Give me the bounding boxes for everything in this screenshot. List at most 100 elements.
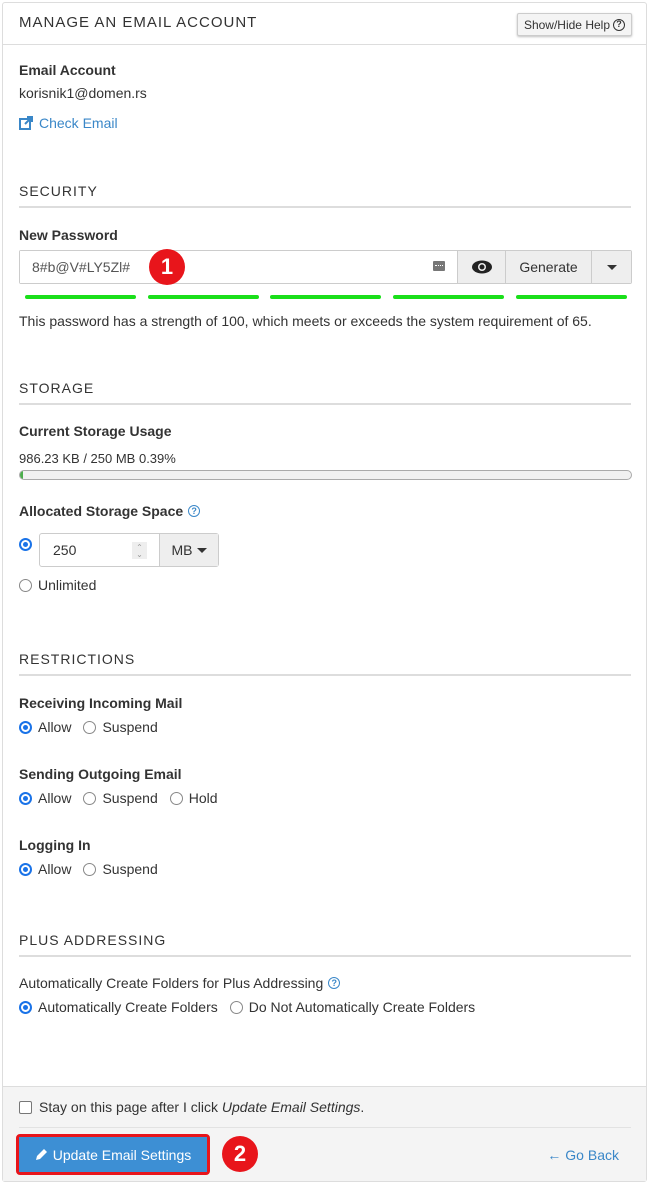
radio-selected-icon (19, 791, 32, 805)
custom-quota-radio[interactable] (19, 535, 32, 551)
radio-icon (83, 862, 97, 876)
login-allow-option[interactable]: Allow (19, 861, 71, 877)
unlimited-radio-row[interactable]: Unlimited (19, 577, 108, 593)
password-manager-icon[interactable] (433, 261, 445, 271)
radio-selected-icon (19, 537, 32, 551)
auto-create-folders-option[interactable]: Automatically Create Folders (19, 999, 218, 1015)
form-footer: Stay on this page after I click Update E… (3, 1086, 646, 1181)
option-label: Allow (38, 719, 72, 735)
option-label: Allow (38, 790, 72, 806)
show-hide-help-button[interactable]: Show/Hide Help ? (516, 13, 632, 36)
login-suspend-option[interactable]: Suspend (83, 861, 158, 877)
allocated-storage-label: Allocated Storage Space (19, 503, 184, 519)
spinner-down-icon: ⌄ (136, 549, 143, 559)
current-storage-usage-label: Current Storage Usage (19, 423, 172, 439)
unlimited-label: Unlimited (38, 577, 97, 593)
check-email-label: Check Email (39, 115, 118, 131)
radio-selected-icon (19, 720, 32, 734)
sending-email-options: Allow Suspend Hold (19, 790, 230, 806)
arrow-left-icon: ← (547, 1147, 562, 1163)
quota-input-group: 250 ⌃ ⌄ MB (39, 533, 219, 567)
email-account-value: korisnik1@domen.rs (19, 85, 147, 101)
sending-email-label: Sending Outgoing Email (19, 766, 182, 782)
go-back-link[interactable]: ← Go Back (547, 1147, 619, 1163)
manage-email-panel: MANAGE AN EMAIL ACCOUNT Show/Hide Help ?… (2, 2, 647, 1182)
plus-addressing-label-row: Automatically Create Folders for Plus Ad… (19, 975, 341, 991)
no-auto-create-folders-option[interactable]: Do Not Automatically Create Folders (229, 999, 476, 1015)
radio-icon (83, 791, 97, 805)
annotation-badge-2: 2 (222, 1136, 258, 1172)
toggle-password-visibility-button[interactable] (457, 251, 505, 283)
receiving-allow-option[interactable]: Allow (19, 719, 71, 735)
quota-unit-label: MB (171, 542, 193, 558)
question-circle-icon: ? (613, 18, 625, 31)
stay-on-page-label: Stay on this page after I click Update E… (39, 1099, 365, 1115)
radio-selected-icon (19, 1000, 32, 1014)
option-label: Hold (188, 790, 218, 806)
option-label: Allow (38, 861, 72, 877)
eye-icon (471, 260, 492, 274)
option-label: Suspend (102, 861, 158, 877)
update-button-label: Update Email Settings (52, 1146, 192, 1163)
go-back-label: Go Back (565, 1147, 619, 1163)
plus-addressing-label: Automatically Create Folders for Plus Ad… (19, 975, 324, 991)
caret-down-icon (606, 264, 617, 270)
stay-on-page-row[interactable]: Stay on this page after I click Update E… (19, 1099, 364, 1115)
storage-section-title: STORAGE (19, 380, 631, 405)
generate-label: Generate (519, 259, 578, 275)
stay-on-page-checkbox[interactable] (19, 1100, 32, 1114)
sending-hold-option[interactable]: Hold (169, 790, 218, 806)
check-email-link[interactable]: Check Email (19, 115, 118, 131)
help-button-label: Show/Hide Help (523, 17, 610, 32)
sending-allow-option[interactable]: Allow (19, 790, 71, 806)
email-account-label: Email Account (19, 62, 116, 78)
number-spinner[interactable]: ⌃ ⌄ (132, 542, 147, 559)
quota-input[interactable]: 250 ⌃ ⌄ (40, 534, 159, 566)
generate-options-dropdown[interactable] (591, 251, 631, 283)
strength-segment (516, 295, 627, 299)
storage-usage-text: 986.23 KB / 250 MB 0.39% (19, 451, 176, 466)
radio-selected-icon (19, 862, 32, 876)
receiving-suspend-option[interactable]: Suspend (83, 719, 158, 735)
quota-unit-dropdown[interactable]: MB (159, 534, 218, 566)
plus-addressing-section-title: PLUS ADDRESSING (19, 932, 631, 957)
allocated-storage-label-row: Allocated Storage Space ? (19, 503, 201, 519)
annotation-badge-1: 1 (149, 249, 185, 285)
receiving-mail-label: Receiving Incoming Mail (19, 695, 183, 711)
receiving-mail-options: Allow Suspend (19, 719, 170, 735)
pencil-icon (35, 1149, 47, 1160)
plus-addressing-options: Automatically Create Folders Do Not Auto… (19, 999, 487, 1015)
help-icon[interactable]: ? (188, 505, 201, 517)
logging-in-label: Logging In (19, 837, 91, 853)
option-label: Suspend (102, 790, 158, 806)
logging-in-options: Allow Suspend (19, 861, 170, 877)
strength-segment (148, 295, 259, 299)
new-password-input[interactable]: 8#b@V#LY5Zl# (20, 251, 457, 283)
caret-down-icon (196, 547, 207, 553)
option-label: Suspend (102, 719, 158, 735)
strength-segment (270, 295, 381, 299)
password-input-group: 8#b@V#LY5Zl# Generate (19, 250, 632, 284)
unlimited-radio[interactable] (19, 578, 32, 592)
password-value: 8#b@V#LY5Zl# (32, 259, 131, 275)
update-email-settings-button[interactable]: Update Email Settings (19, 1137, 207, 1172)
quota-value: 250 (53, 542, 77, 558)
storage-usage-progress (19, 470, 632, 480)
radio-icon (169, 791, 183, 805)
strength-segment (393, 295, 504, 299)
storage-usage-progress-fill (20, 471, 24, 479)
sending-suspend-option[interactable]: Suspend (83, 790, 158, 806)
generate-password-button[interactable]: Generate (505, 251, 591, 283)
update-button-highlight: Update Email Settings (16, 1134, 210, 1175)
page-title: MANAGE AN EMAIL ACCOUNT (19, 14, 258, 31)
option-label: Do Not Automatically Create Folders (248, 999, 476, 1015)
strength-segment (25, 295, 136, 299)
radio-icon (83, 720, 97, 734)
password-strength-message: This password has a strength of 100, whi… (19, 313, 592, 329)
help-icon[interactable]: ? (328, 977, 341, 989)
security-section-title: SECURITY (19, 183, 631, 208)
panel-heading: MANAGE AN EMAIL ACCOUNT Show/Hide Help ? (3, 3, 646, 45)
restrictions-section-title: RESTRICTIONS (19, 651, 631, 676)
radio-icon (229, 1000, 243, 1014)
new-password-label: New Password (19, 227, 118, 243)
